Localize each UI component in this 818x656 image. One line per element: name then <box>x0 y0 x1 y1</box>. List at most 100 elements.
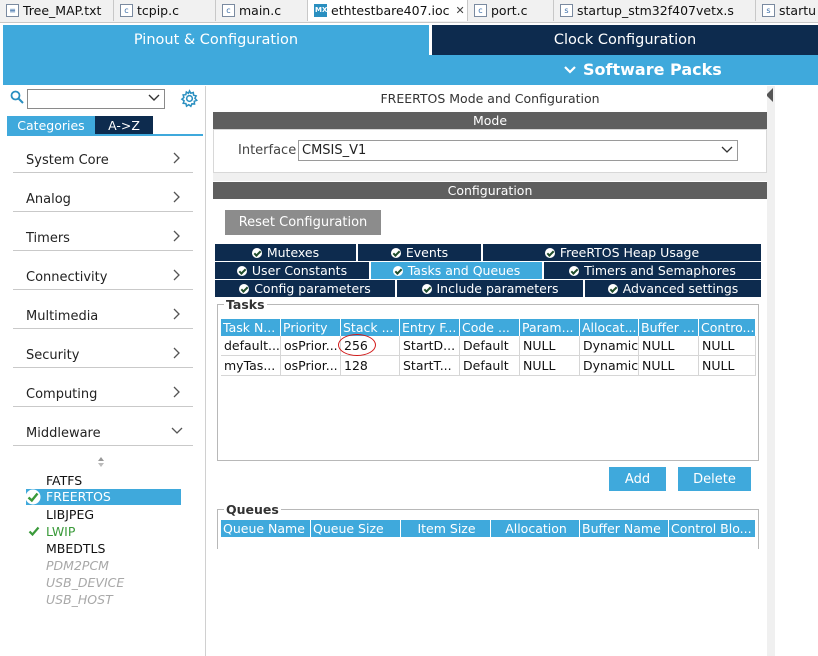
checkmark-icon <box>28 526 40 537</box>
editor-tab-tree-map[interactable]: ≡ Tree_MAP.txt <box>0 0 114 21</box>
table-cell[interactable]: Dynamic <box>580 336 639 356</box>
interface-select-value: CMSIS_V1 <box>302 143 367 158</box>
chevron-down-icon <box>171 427 183 434</box>
table-cell[interactable]: osPrior... <box>281 336 341 356</box>
tab-events[interactable]: Events <box>358 244 483 261</box>
chevron-down-icon[interactable] <box>148 93 160 103</box>
tab-a-to-z[interactable]: A->Z <box>95 116 153 134</box>
tab-include-parameters[interactable]: Include parameters <box>397 280 585 297</box>
close-icon[interactable]: ✕ <box>456 4 465 17</box>
tab-advanced-settings[interactable]: Advanced settings <box>585 280 761 297</box>
editor-tab-startup-s[interactable]: s startup_stm32f407vetx.s <box>554 0 756 21</box>
table-cell[interactable]: NULL <box>639 356 699 376</box>
category-middleware[interactable]: Middleware <box>13 416 193 446</box>
middleware-item-freertos[interactable]: FREERTOS <box>25 489 181 505</box>
tab-user-constants[interactable]: User Constants <box>215 262 371 279</box>
tab-freertos-heap-usage[interactable]: FreeRTOS Heap Usage <box>483 244 761 261</box>
tasks-column-header[interactable]: Allocat... <box>580 319 639 336</box>
queues-column-header[interactable]: Queue Name <box>221 520 311 537</box>
table-cell[interactable]: default... <box>221 336 281 356</box>
queues-group: Queues Queue Name Queue Size Item Size A… <box>217 502 759 549</box>
editor-tab-label: port.c <box>491 3 528 18</box>
gear-icon[interactable] <box>180 89 199 108</box>
interface-label: Interface <box>238 143 297 158</box>
table-row[interactable]: default... osPrior... 256 StartD... Defa… <box>218 334 758 356</box>
category-multimedia[interactable]: Multimedia <box>13 299 193 329</box>
tasks-column-header[interactable]: Stack ... <box>341 319 400 336</box>
queues-column-header[interactable]: Item Size <box>401 520 491 537</box>
add-task-button[interactable]: Add <box>609 467 666 491</box>
middleware-item-mbedtls[interactable]: MBEDTLS <box>46 541 105 556</box>
tab-label: Tasks and Queues <box>407 263 521 278</box>
editor-tab-tcpip[interactable]: c tcpip.c <box>114 0 216 21</box>
middleware-item-lwip[interactable]: LWIP <box>46 524 75 539</box>
tab-mutexes[interactable]: Mutexes <box>215 244 358 261</box>
editor-tab-label: Tree_MAP.txt <box>23 3 102 18</box>
table-cell[interactable]: myTas... <box>221 356 281 376</box>
software-packs-menu[interactable]: Software Packs <box>563 60 722 79</box>
table-cell[interactable]: StartT... <box>400 356 460 376</box>
table-cell[interactable]: NULL <box>699 336 756 356</box>
category-tabs: Categories A->Z <box>7 116 153 134</box>
category-computing[interactable]: Computing <box>13 377 193 407</box>
queues-column-header[interactable]: Control Blo... <box>669 520 756 537</box>
tasks-column-header[interactable]: Param... <box>520 319 580 336</box>
tasks-column-header[interactable]: Contro... <box>699 319 756 336</box>
category-system-core[interactable]: System Core <box>13 143 193 173</box>
check-circle-icon <box>390 247 401 258</box>
delete-task-button[interactable]: Delete <box>678 467 751 491</box>
category-timers[interactable]: Timers <box>13 221 193 251</box>
table-cell[interactable]: NULL <box>520 356 580 376</box>
tasks-column-header[interactable]: Priority <box>281 319 341 336</box>
tab-tasks-and-queues[interactable]: Tasks and Queues <box>371 262 544 279</box>
table-cell[interactable]: osPrior... <box>281 356 341 376</box>
category-analog[interactable]: Analog <box>13 182 193 212</box>
table-cell[interactable]: StartD... <box>400 336 460 356</box>
middleware-item-fatfs[interactable]: FATFS <box>46 473 82 488</box>
tasks-column-header[interactable]: Code ... <box>460 319 520 336</box>
queues-column-header[interactable]: Queue Size <box>311 520 401 537</box>
search-icon[interactable] <box>10 90 24 104</box>
check-circle-icon <box>236 265 247 276</box>
table-cell[interactable]: Default <box>460 356 520 376</box>
tasks-column-header[interactable]: Entry F... <box>400 319 460 336</box>
panel-splitter[interactable] <box>767 86 775 656</box>
check-circle-icon <box>251 247 262 258</box>
table-cell[interactable]: 256 <box>341 336 400 356</box>
collapse-left-icon[interactable] <box>766 88 774 102</box>
editor-tab-startup-truncated[interactable]: s startu <box>756 0 818 21</box>
panel-title: FREERTOS Mode and Configuration <box>213 86 767 110</box>
table-row[interactable]: myTas... osPrior... 128 StartT... Defaul… <box>218 356 758 376</box>
editor-tab-main[interactable]: c main.c <box>216 0 308 21</box>
table-cell[interactable]: NULL <box>520 336 580 356</box>
table-cell[interactable]: Default <box>460 336 520 356</box>
middleware-item-libjpeg[interactable]: LIBJPEG <box>46 507 94 522</box>
table-cell[interactable]: Dynamic <box>580 356 639 376</box>
tab-config-parameters[interactable]: Config parameters <box>215 280 397 297</box>
tasks-column-header[interactable]: Buffer ... <box>639 319 699 336</box>
category-security[interactable]: Security <box>13 338 193 368</box>
category-label: Connectivity <box>26 270 108 285</box>
tasks-column-header[interactable]: Task N... <box>221 319 281 336</box>
tab-categories[interactable]: Categories <box>7 116 95 134</box>
mode-header: Mode <box>213 112 767 129</box>
queues-column-header[interactable]: Buffer Name <box>580 520 669 537</box>
tab-clock-configuration[interactable]: Clock Configuration <box>432 25 818 55</box>
interface-select[interactable]: CMSIS_V1 <box>298 140 738 161</box>
tab-timers-and-semaphores[interactable]: Timers and Semaphores <box>544 262 761 279</box>
editor-tab-ethtestbare407-ioc[interactable]: MX ethtestbare407.ioc ✕ <box>308 0 468 21</box>
table-cell[interactable]: 128 <box>341 356 400 376</box>
search-input[interactable] <box>27 89 165 109</box>
editor-tab-port[interactable]: c port.c <box>468 0 554 21</box>
middleware-item-usb-host: USB_HOST <box>46 592 113 607</box>
tab-pinout-configuration[interactable]: Pinout & Configuration <box>3 25 429 55</box>
reset-configuration-button[interactable]: Reset Configuration <box>225 210 381 235</box>
mode-section: Interface CMSIS_V1 <box>213 129 767 173</box>
scroll-arrows-icon[interactable] <box>97 456 105 468</box>
queues-column-header[interactable]: Allocation <box>491 520 580 537</box>
table-cell[interactable]: NULL <box>639 336 699 356</box>
queues-legend: Queues <box>224 502 281 517</box>
category-connectivity[interactable]: Connectivity <box>13 260 193 290</box>
table-cell[interactable]: NULL <box>699 356 756 376</box>
editor-tab-label: startup_stm32f407vetx.s <box>577 3 734 18</box>
